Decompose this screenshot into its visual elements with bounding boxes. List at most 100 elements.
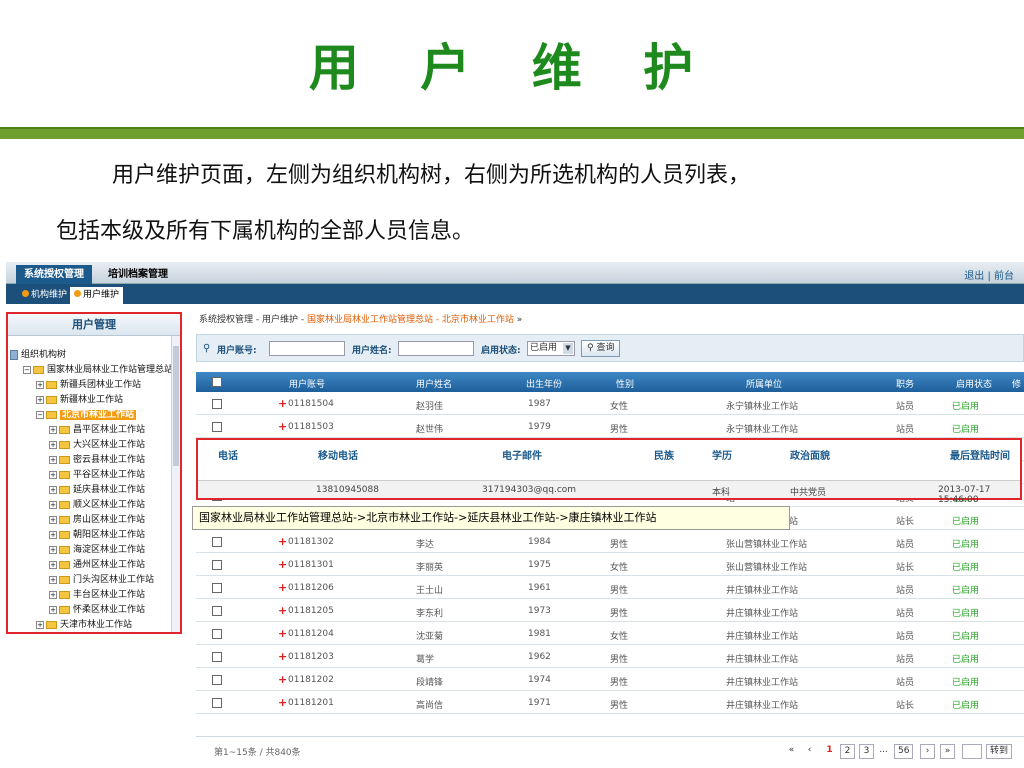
page-56[interactable]: 56 bbox=[894, 744, 914, 759]
tree-scrollbar[interactable] bbox=[171, 336, 180, 632]
cell-status[interactable]: 已启用 bbox=[952, 629, 979, 642]
column-header[interactable]: 所属单位 bbox=[746, 377, 782, 390]
cell-status[interactable]: 已启用 bbox=[952, 606, 979, 619]
tree-node[interactable]: + 怀柔区林业工作站 bbox=[8, 603, 180, 618]
tree-node[interactable]: 组织机构树 bbox=[8, 348, 180, 363]
table-row[interactable]: +01181205 李东利 1973 男性 井庄镇林业工作站 站员 已启用 bbox=[196, 599, 1024, 622]
collapse-icon[interactable]: − bbox=[36, 410, 44, 419]
tree-node[interactable]: + 昌平区林业工作站 bbox=[8, 423, 180, 438]
tree-node[interactable]: + 丰台区林业工作站 bbox=[8, 588, 180, 603]
expand-icon[interactable]: + bbox=[49, 425, 57, 434]
cell-status[interactable]: 已启用 bbox=[952, 560, 979, 573]
tab-training-archive[interactable]: 培训档案管理 bbox=[100, 265, 176, 284]
expand-icon[interactable]: + bbox=[49, 485, 57, 494]
expand-icon[interactable]: + bbox=[49, 440, 57, 449]
tab-system-auth[interactable]: 系统授权管理 bbox=[16, 265, 92, 284]
expand-icon[interactable]: + bbox=[49, 500, 57, 509]
tree-node[interactable]: + 门头沟区林业工作站 bbox=[8, 573, 180, 588]
scroll-thumb[interactable] bbox=[173, 346, 179, 466]
table-row[interactable]: +01181503 赵世伟 1979 男性 永宁镇林业工作站 站员 已启用 bbox=[196, 415, 1024, 438]
expand-icon[interactable]: + bbox=[49, 470, 57, 479]
tree-node[interactable]: + 新疆兵团林业工作站 bbox=[8, 378, 180, 393]
expand-icon[interactable]: + bbox=[36, 395, 44, 404]
row-checkbox[interactable] bbox=[212, 399, 222, 409]
tree-node[interactable]: + 海淀区林业工作站 bbox=[8, 543, 180, 558]
table-row[interactable]: +01181203 葛学 1962 男性 井庄镇林业工作站 站员 已启用 bbox=[196, 645, 1024, 668]
breadcrumb-org[interactable]: 国家林业局林业工作站管理总站 - 北京市林业工作站 bbox=[307, 315, 514, 325]
subtab-user-maintenance[interactable]: 用户维护 bbox=[70, 287, 124, 304]
next-page-button[interactable]: › bbox=[920, 744, 935, 759]
row-checkbox[interactable] bbox=[212, 583, 222, 593]
tree-node[interactable]: + 新疆林业工作站 bbox=[8, 393, 180, 408]
top-links[interactable]: 退出 | 前台 bbox=[964, 267, 1014, 282]
table-row[interactable]: +01181302 李达 1984 男性 张山营镇林业工作站 站员 已启用 bbox=[196, 530, 1024, 553]
last-page-button[interactable]: » bbox=[940, 744, 955, 759]
expand-icon[interactable]: + bbox=[49, 455, 57, 464]
tree-node[interactable]: + 天津市林业工作站 bbox=[8, 618, 180, 632]
tree-node[interactable]: + 通州区林业工作站 bbox=[8, 558, 180, 573]
table-row[interactable]: +01181201 高尚信 1971 男性 井庄镇林业工作站 站长 已启用 bbox=[196, 691, 1024, 714]
select-all-checkbox[interactable] bbox=[212, 377, 222, 387]
cell-status[interactable]: 已启用 bbox=[952, 675, 979, 688]
query-button[interactable]: ⚲ 查询 bbox=[581, 340, 621, 357]
table-row[interactable]: +01181206 王土山 1961 男性 井庄镇林业工作站 站员 已启用 bbox=[196, 576, 1024, 599]
tree-node[interactable]: + 平谷区林业工作站 bbox=[8, 468, 180, 483]
expand-icon[interactable]: + bbox=[49, 590, 57, 599]
cell-status[interactable]: 已启用 bbox=[952, 698, 979, 711]
page-3[interactable]: 3 bbox=[859, 744, 874, 759]
column-header[interactable]: 用户姓名 bbox=[416, 377, 452, 390]
cell-status[interactable]: 已启用 bbox=[952, 652, 979, 665]
expand-icon[interactable]: + bbox=[36, 620, 44, 629]
expand-icon[interactable]: + bbox=[49, 515, 57, 524]
expand-icon[interactable]: + bbox=[36, 380, 44, 389]
column-header[interactable]: 职务 bbox=[896, 377, 914, 390]
prev-page-button[interactable]: ‹ bbox=[802, 744, 817, 759]
table-row[interactable]: +01181301 李丽英 1975 女性 张山营镇林业工作站 站长 已启用 bbox=[196, 553, 1024, 576]
tree-node[interactable]: − 北京市林业工作站 bbox=[8, 408, 180, 423]
table-row[interactable]: +01181504 赵羽佳 1987 女性 永宁镇林业工作站 站员 已启用 bbox=[196, 392, 1024, 415]
expand-icon[interactable]: + bbox=[49, 560, 57, 569]
first-page-button[interactable]: « bbox=[784, 744, 799, 759]
cell-status[interactable]: 已启用 bbox=[952, 514, 979, 527]
page-1[interactable]: 1 bbox=[822, 744, 837, 759]
page-number-input[interactable] bbox=[962, 744, 982, 759]
row-checkbox[interactable] bbox=[212, 675, 222, 685]
tree-node[interactable]: − 国家林业局林业工作站管理总站 bbox=[8, 363, 180, 378]
subtab-org-maintenance[interactable]: 机构维护 bbox=[18, 287, 71, 304]
cell-status[interactable]: 已启用 bbox=[952, 583, 979, 596]
expand-icon[interactable]: + bbox=[49, 545, 57, 554]
row-checkbox[interactable] bbox=[212, 698, 222, 708]
row-checkbox[interactable] bbox=[212, 652, 222, 662]
table-row[interactable]: +01181204 沈亚菊 1981 女性 井庄镇林业工作站 站员 已启用 bbox=[196, 622, 1024, 645]
go-button[interactable]: 转到 bbox=[986, 744, 1013, 759]
column-header[interactable]: 性别 bbox=[616, 377, 634, 390]
table-row[interactable]: +01181202 段靖锋 1974 男性 井庄镇林业工作站 站员 已启用 bbox=[196, 668, 1024, 691]
tree-node-label: 海淀区林业工作站 bbox=[73, 545, 146, 555]
status-select[interactable]: 已启用 ▼ bbox=[527, 341, 575, 356]
breadcrumb-path[interactable]: 系统授权管理 - 用户维护 - bbox=[199, 315, 307, 325]
row-checkbox[interactable] bbox=[212, 422, 222, 432]
row-checkbox[interactable] bbox=[212, 537, 222, 547]
expand-icon[interactable]: + bbox=[49, 605, 57, 614]
account-input[interactable] bbox=[269, 341, 345, 356]
row-checkbox[interactable] bbox=[212, 629, 222, 639]
cell-status[interactable]: 已启用 bbox=[952, 399, 979, 412]
cell-status[interactable]: 已启用 bbox=[952, 422, 979, 435]
tree-node[interactable]: + 密云县林业工作站 bbox=[8, 453, 180, 468]
tree-node[interactable]: + 顺义区林业工作站 bbox=[8, 498, 180, 513]
page-2[interactable]: 2 bbox=[840, 744, 855, 759]
expand-icon[interactable]: + bbox=[49, 530, 57, 539]
tree-node[interactable]: + 朝阳区林业工作站 bbox=[8, 528, 180, 543]
tree-node[interactable]: + 大兴区林业工作站 bbox=[8, 438, 180, 453]
column-header[interactable]: 出生年份 bbox=[526, 377, 562, 390]
column-header[interactable]: 启用状态 bbox=[956, 377, 992, 390]
column-header[interactable]: 用户账号 bbox=[289, 377, 325, 390]
expand-icon[interactable]: − bbox=[23, 365, 31, 374]
cell-status[interactable]: 已启用 bbox=[952, 537, 979, 550]
expand-icon[interactable]: + bbox=[49, 575, 57, 584]
row-checkbox[interactable] bbox=[212, 560, 222, 570]
tree-node[interactable]: + 房山区林业工作站 bbox=[8, 513, 180, 528]
name-input[interactable] bbox=[398, 341, 474, 356]
row-checkbox[interactable] bbox=[212, 606, 222, 616]
tree-node[interactable]: + 延庆县林业工作站 bbox=[8, 483, 180, 498]
